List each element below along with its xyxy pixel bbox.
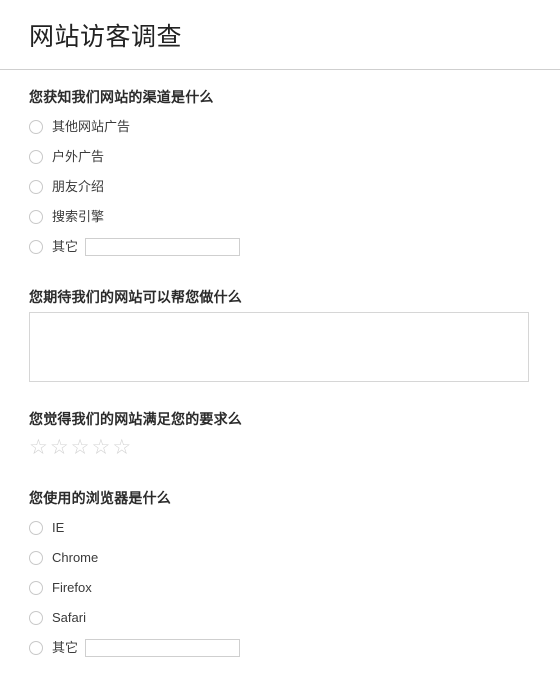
radio-option-chrome[interactable]: Chrome <box>29 543 560 573</box>
radio-circle-icon[interactable] <box>29 150 43 165</box>
radio-option-label: Chrome <box>52 550 99 566</box>
radio-option-ie[interactable]: IE <box>29 513 560 543</box>
radio-option-search-engine[interactable]: 搜索引擎 <box>29 202 560 232</box>
radio-circle-icon[interactable] <box>29 240 43 255</box>
question-title: 您获知我们网站的渠道是什么 <box>29 89 214 106</box>
radio-option-label: 朋友介绍 <box>52 179 105 195</box>
question-title: 您使用的浏览器是什么 <box>29 490 171 507</box>
radio-option-label: 其它 <box>52 239 79 255</box>
star-icon-3[interactable]: ☆ <box>71 437 90 458</box>
radio-option-label: 其他网站广告 <box>52 119 131 135</box>
radio-group-browser: IE Chrome Firefox Safari 其它 <box>29 513 560 663</box>
star-icon-2[interactable]: ☆ <box>50 437 69 458</box>
radio-group-referral-source: 其他网站广告 户外广告 朋友介绍 搜索引擎 其它 <box>29 112 560 262</box>
radio-circle-icon[interactable] <box>29 641 43 656</box>
question-expectations: 您期待我们的网站可以帮您做什么 <box>0 288 560 383</box>
radio-option-safari[interactable]: Safari <box>29 603 560 633</box>
question-satisfaction: 您觉得我们的网站满足您的要求么 ☆ ☆ ☆ ☆ ☆ <box>0 410 560 460</box>
radio-circle-icon[interactable] <box>29 581 43 596</box>
star-icon-1[interactable]: ☆ <box>29 437 48 458</box>
radio-option-outdoor-ad[interactable]: 户外广告 <box>29 142 560 172</box>
header-divider <box>0 69 560 71</box>
star-icon-4[interactable]: ☆ <box>91 437 110 458</box>
radio-option-other-site-ad[interactable]: 其他网站广告 <box>29 112 560 142</box>
question-title: 您觉得我们的网站满足您的要求么 <box>29 411 242 428</box>
radio-option-label: IE <box>52 520 65 536</box>
survey-form-page: 网站访客调查 您获知我们网站的渠道是什么 其他网站广告 户外广告 朋友介绍 搜索… <box>0 0 560 700</box>
radio-option-label: Safari <box>52 610 86 626</box>
radio-option-label: 其它 <box>52 640 79 656</box>
expectations-textarea[interactable] <box>29 312 529 383</box>
radio-circle-icon[interactable] <box>29 210 43 225</box>
radio-option-other[interactable]: 其它 <box>29 232 560 262</box>
radio-option-label: Firefox <box>52 580 92 596</box>
radio-circle-icon[interactable] <box>29 180 43 195</box>
question-referral-source: 您获知我们网站的渠道是什么 其他网站广告 户外广告 朋友介绍 搜索引擎 其它 <box>0 88 560 262</box>
question-browser: 您使用的浏览器是什么 IE Chrome Firefox Safari 其它 <box>0 489 560 663</box>
radio-option-label: 搜索引擎 <box>52 209 105 225</box>
other-referral-source-input[interactable] <box>85 238 241 257</box>
form-body: 您获知我们网站的渠道是什么 其他网站广告 户外广告 朋友介绍 搜索引擎 其它 您… <box>0 88 560 663</box>
radio-circle-icon[interactable] <box>29 521 43 536</box>
star-rating-widget[interactable]: ☆ ☆ ☆ ☆ ☆ <box>29 434 560 460</box>
star-icon-5[interactable]: ☆ <box>112 437 131 458</box>
radio-option-label: 户外广告 <box>52 149 105 165</box>
other-browser-input[interactable] <box>85 639 241 658</box>
radio-circle-icon[interactable] <box>29 611 43 626</box>
page-title: 网站访客调查 <box>29 23 183 51</box>
radio-circle-icon[interactable] <box>29 551 43 566</box>
form-header: 网站访客调查 <box>0 0 560 69</box>
question-title: 您期待我们的网站可以帮您做什么 <box>29 289 242 306</box>
radio-option-other-browser[interactable]: 其它 <box>29 633 560 663</box>
radio-option-firefox[interactable]: Firefox <box>29 573 560 603</box>
radio-option-friend-referral[interactable]: 朋友介绍 <box>29 172 560 202</box>
radio-circle-icon[interactable] <box>29 120 43 135</box>
